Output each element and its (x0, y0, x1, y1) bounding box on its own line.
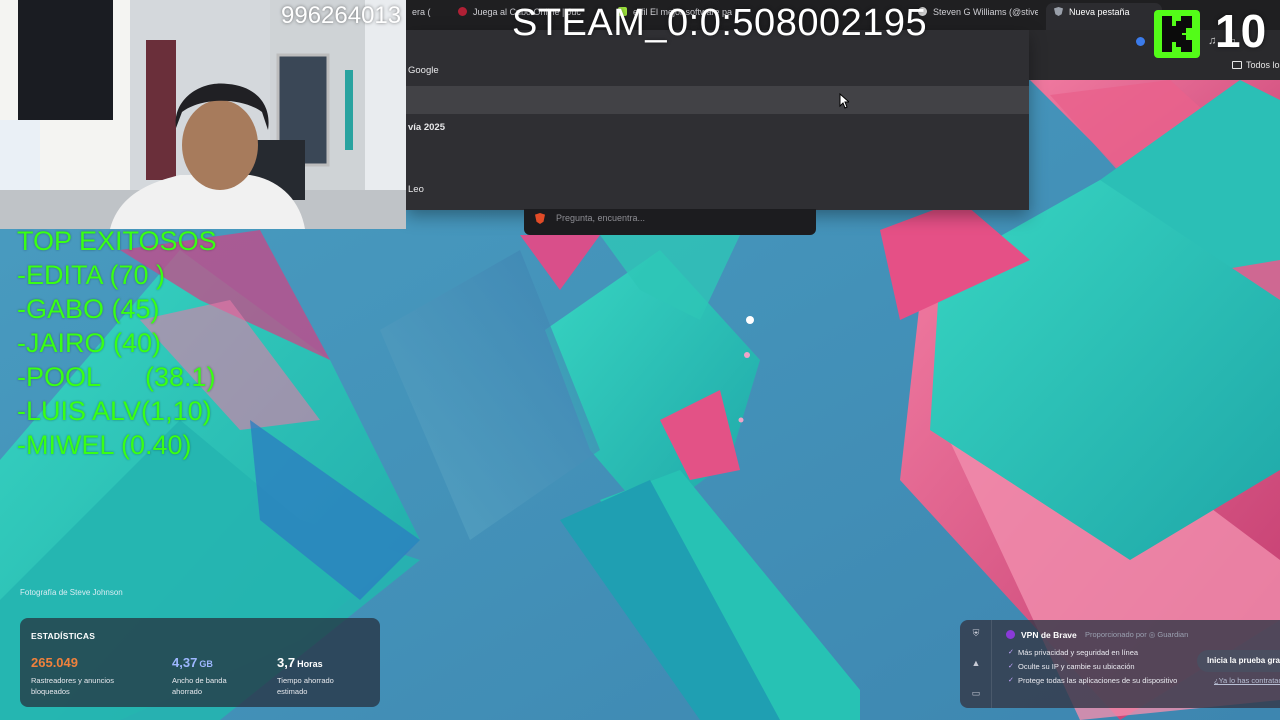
vpn-title: VPN de Brave (1021, 630, 1077, 640)
vpn-provided-by: Proporcionado por ◎ Guardian (1085, 630, 1189, 639)
card-icon[interactable]: ▭ (971, 688, 981, 698)
top-list-title: TOP EXITOSOS (17, 226, 217, 256)
bookmarks-all-label: Todos los (1246, 60, 1280, 70)
vpn-feature: Protege todas las aplicaciones de su dis… (1008, 676, 1177, 685)
stat-desc: Tiempo ahorrado estimado (277, 676, 334, 696)
stat-value: 265.049 (31, 655, 78, 670)
tab-4-label: Steven G Williams (@stiven (933, 7, 1038, 17)
photo-credit[interactable]: Fotografía de Steve Johnson (20, 588, 123, 597)
shield-icon[interactable]: ⛨ (971, 628, 981, 638)
suggestion-text: Google (408, 65, 439, 76)
screen: era ( Juega al Cubo Online | Juc erfil E… (0, 0, 1280, 720)
top-list-item: -POOL (38.1) (17, 362, 216, 392)
extension-icon[interactable] (1136, 36, 1145, 46)
suggestion-row[interactable] (406, 142, 1029, 170)
suggestion-text: Leo (408, 184, 424, 195)
suggestion-text: vía 2025 (408, 122, 445, 133)
suggestion-row-highlighted[interactable] (406, 86, 1029, 114)
brave-lion-icon (535, 213, 545, 224)
suggestion-row[interactable]: Leo (406, 176, 1029, 204)
stat-value: 3,7 (277, 655, 296, 670)
vpn-promo-card: ⛨ ▲ ▭ VPN de Brave Proporcionado por ◎ G… (960, 620, 1280, 708)
stat-unit: Horas (297, 659, 323, 669)
steam-id-overlay: STEAM_0:0:508002195 (512, 2, 928, 44)
shield-icon (1054, 7, 1063, 16)
stat-desc: Ancho de banda ahorrado (172, 676, 227, 696)
vpn-logo-icon (1006, 630, 1015, 639)
stat-desc: Rastreadores y anuncios bloqueados (31, 676, 114, 696)
bookmarks-all-folder[interactable]: Todos los (1232, 60, 1280, 70)
tab-1-label: era ( (412, 7, 431, 17)
kick-logo-icon (1154, 10, 1200, 58)
tab-new-tab[interactable]: Nueva pestaña (1054, 7, 1158, 17)
top-exitosos-list: TOP EXITOSOS -EDITA (70 ) -GABO (45) -JA… (17, 224, 217, 462)
top-list-item: -LUIS ALV(1,10) (17, 396, 212, 426)
stream-number-overlay: 996264013 (281, 2, 402, 29)
stat-value: 4,37 (172, 655, 198, 670)
stat-bandwidth-saved: 4,37 GB Ancho de banda ahorrado (172, 654, 242, 697)
stat-time-saved: 3,7 Horas Tiempo ahorrado estimado (277, 654, 357, 697)
start-trial-button[interactable]: Inicia la prueba gra (1197, 650, 1280, 672)
vpn-feature: Oculte su IP y cambie su ubicación (1008, 662, 1135, 671)
stats-widget: ESTADÍSTICAS 265.049 Rastreadores y anun… (20, 618, 380, 707)
search-placeholder: Pregunta, encuentra... (556, 213, 646, 223)
stat-trackers-blocked: 265.049 Rastreadores y anuncios bloquead… (31, 654, 131, 697)
tab-1[interactable]: era ( (412, 7, 452, 17)
game-icon (458, 7, 467, 16)
top-list-item: -MIWEL (0.40) (17, 430, 192, 460)
warning-icon[interactable]: ▲ (971, 658, 981, 668)
suggestion-row[interactable]: Google (406, 57, 1029, 85)
tab-4[interactable]: Steven G Williams (@stiven (918, 7, 1038, 17)
folder-icon (1232, 61, 1242, 69)
omnibox-suggestions: Google vía 2025 Leo (406, 30, 1029, 210)
top-list-item: -JAIRO (40) (17, 328, 162, 358)
mouse-cursor-icon (839, 93, 849, 109)
suggestion-row[interactable]: vía 2025 (406, 114, 1029, 142)
stat-unit: GB (199, 659, 213, 669)
already-subscribed-link[interactable]: ¿Ya lo has contratado? (1214, 676, 1280, 685)
search-input[interactable]: Pregunta, encuentra... (524, 209, 816, 235)
top-list-item: -EDITA (70 ) (17, 260, 166, 290)
top-list-item: -GABO (45) (17, 294, 160, 324)
tab-5-label: Nueva pestaña (1069, 7, 1130, 17)
vpn-card-sidebar: ⛨ ▲ ▭ (960, 620, 992, 708)
kick-viewer-count: 10 (1215, 5, 1267, 57)
stats-title: ESTADÍSTICAS (31, 631, 96, 641)
vpn-feature: Más privacidad y seguridad en línea (1008, 648, 1138, 657)
webcam-feed (0, 0, 406, 229)
webcam-image (0, 0, 406, 229)
